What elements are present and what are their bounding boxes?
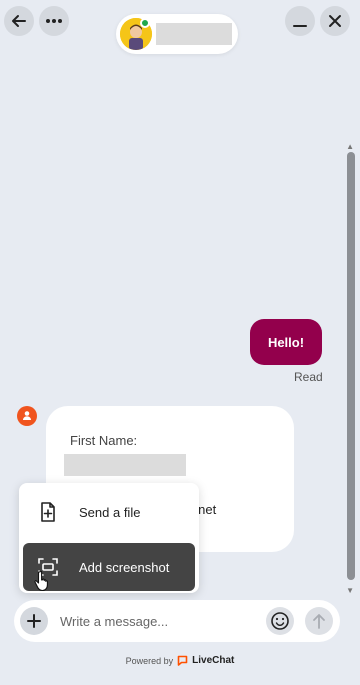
message-input[interactable] xyxy=(60,610,260,632)
minimize-icon xyxy=(293,25,307,27)
bot-avatar xyxy=(17,406,37,426)
close-icon xyxy=(329,15,341,27)
hand-cursor-icon xyxy=(34,570,48,592)
minimize-button[interactable] xyxy=(285,6,315,36)
agent-info[interactable] xyxy=(116,14,238,54)
arrow-left-icon xyxy=(12,15,26,27)
more-button[interactable] xyxy=(39,6,69,36)
send-file-label: Send a file xyxy=(79,504,141,520)
livechat-brand: LiveChat xyxy=(192,655,235,666)
scroll-up-arrow-icon[interactable]: ▲ xyxy=(346,142,354,151)
visitor-message-bubble: Hello! xyxy=(250,319,322,365)
send-file-menu-item[interactable]: Send a file xyxy=(23,488,195,536)
powered-by-footer[interactable]: Powered by LiveChat xyxy=(0,655,360,666)
person-icon xyxy=(23,411,31,420)
plus-icon xyxy=(27,614,41,628)
agent-name-redacted xyxy=(156,23,232,45)
scroll-down-arrow-icon[interactable]: ▼ xyxy=(346,586,354,595)
more-dots-icon xyxy=(46,19,62,23)
scrollbar-thumb[interactable] xyxy=(347,152,355,580)
emoji-button[interactable] xyxy=(266,607,294,635)
first-name-value-redacted xyxy=(64,454,186,476)
arrow-up-icon xyxy=(313,614,325,629)
powered-by-text: Powered by xyxy=(125,655,174,666)
online-status-dot xyxy=(140,18,150,28)
add-attachment-button[interactable] xyxy=(20,607,48,635)
message-composer xyxy=(14,600,340,642)
send-button[interactable] xyxy=(305,607,333,635)
read-status: Read xyxy=(294,370,323,384)
back-button[interactable] xyxy=(4,6,34,36)
first-name-label: First Name: xyxy=(70,433,138,448)
add-screenshot-label: Add screenshot xyxy=(79,559,170,575)
livechat-logo-icon xyxy=(177,655,188,666)
smiley-icon xyxy=(271,612,289,630)
file-plus-icon xyxy=(35,502,61,522)
close-button[interactable] xyxy=(320,6,350,36)
